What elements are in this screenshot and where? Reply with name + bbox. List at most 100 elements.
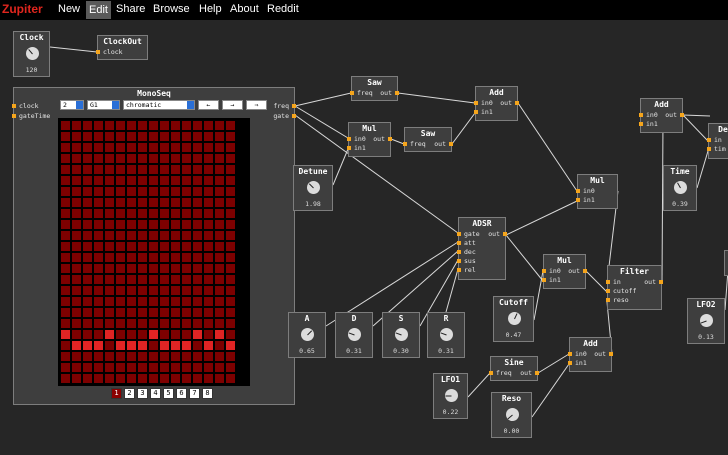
grid-cell[interactable] bbox=[94, 253, 103, 262]
grid-cell[interactable] bbox=[182, 352, 191, 361]
grid-cell[interactable] bbox=[138, 143, 147, 152]
grid-cell[interactable] bbox=[226, 297, 235, 306]
grid-cell[interactable] bbox=[193, 352, 202, 361]
grid-cell[interactable] bbox=[105, 264, 114, 273]
port-in-in1[interactable]: in1 bbox=[639, 120, 658, 128]
grid-cell[interactable] bbox=[182, 253, 191, 262]
port-in-in0[interactable]: in0 bbox=[568, 350, 587, 358]
grid-cell[interactable] bbox=[138, 242, 147, 251]
grid-cell[interactable] bbox=[215, 275, 224, 284]
grid-cell[interactable] bbox=[160, 176, 169, 185]
grid-cell[interactable] bbox=[105, 187, 114, 196]
grid-cell[interactable] bbox=[215, 308, 224, 317]
grid-cell[interactable] bbox=[127, 275, 136, 284]
grid-cell[interactable] bbox=[116, 220, 125, 229]
grid-cell[interactable] bbox=[61, 220, 70, 229]
grid-cell[interactable] bbox=[138, 330, 147, 339]
grid-cell[interactable] bbox=[149, 231, 158, 240]
port-in-in1[interactable]: in1 bbox=[568, 359, 587, 367]
grid-cell[interactable] bbox=[138, 209, 147, 218]
root-note-select[interactable]: G1 bbox=[87, 100, 120, 110]
grid-cell[interactable] bbox=[138, 176, 147, 185]
mul1-node[interactable]: Mul in0 in1 out bbox=[347, 122, 392, 157]
port-in-in0[interactable]: in0 bbox=[542, 267, 561, 275]
grid-cell[interactable] bbox=[204, 297, 213, 306]
grid-cell[interactable] bbox=[204, 363, 213, 372]
grid-cell[interactable] bbox=[83, 352, 92, 361]
grid-cell[interactable] bbox=[171, 220, 180, 229]
grid-cell[interactable] bbox=[226, 132, 235, 141]
grid-cell[interactable] bbox=[215, 165, 224, 174]
grid-cell[interactable] bbox=[105, 165, 114, 174]
grid-cell[interactable] bbox=[105, 363, 114, 372]
grid-cell[interactable] bbox=[105, 352, 114, 361]
grid-cell[interactable] bbox=[116, 374, 125, 383]
grid-cell[interactable] bbox=[94, 209, 103, 218]
grid-cell[interactable] bbox=[127, 374, 136, 383]
grid-cell[interactable] bbox=[72, 341, 81, 350]
grid-cell[interactable] bbox=[226, 198, 235, 207]
grid-cell[interactable] bbox=[116, 363, 125, 372]
grid-cell[interactable] bbox=[149, 297, 158, 306]
port-out-out[interactable]: out bbox=[665, 111, 684, 119]
grid-cell[interactable] bbox=[61, 308, 70, 317]
grid-cell[interactable] bbox=[61, 198, 70, 207]
grid-cell[interactable] bbox=[83, 242, 92, 251]
grid-cell[interactable] bbox=[215, 341, 224, 350]
grid-cell[interactable] bbox=[83, 297, 92, 306]
grid-cell[interactable] bbox=[171, 352, 180, 361]
grid-cell[interactable] bbox=[171, 363, 180, 372]
port-in-freq[interactable]: freq bbox=[350, 89, 373, 97]
grid-cell[interactable] bbox=[105, 374, 114, 383]
grid-cell[interactable] bbox=[193, 165, 202, 174]
grid-cell[interactable] bbox=[193, 121, 202, 130]
mul3-node[interactable]: Mul in0 in1 out bbox=[542, 254, 587, 289]
grid-cell[interactable] bbox=[127, 132, 136, 141]
grid-cell[interactable] bbox=[193, 253, 202, 262]
grid-cell[interactable] bbox=[138, 253, 147, 262]
port-in-in[interactable]: in bbox=[707, 136, 722, 144]
port-in-dec[interactable]: dec bbox=[457, 248, 476, 256]
menu-help[interactable]: Help bbox=[199, 3, 222, 15]
grid-cell[interactable] bbox=[204, 176, 213, 185]
grid-cell[interactable] bbox=[160, 209, 169, 218]
grid-cell[interactable] bbox=[94, 352, 103, 361]
grid-cell[interactable] bbox=[160, 319, 169, 328]
octave-select[interactable]: 2 bbox=[60, 100, 84, 110]
grid-cell[interactable] bbox=[193, 297, 202, 306]
grid-cell[interactable] bbox=[83, 330, 92, 339]
grid-cell[interactable] bbox=[171, 341, 180, 350]
grid-cell[interactable] bbox=[204, 231, 213, 240]
port-in-rel[interactable]: rel bbox=[457, 266, 476, 274]
grid-cell[interactable] bbox=[83, 132, 92, 141]
port-out-out[interactable]: out bbox=[520, 369, 539, 377]
mul2-node[interactable]: Mul in0 in1 bbox=[576, 174, 618, 209]
grid-cell[interactable] bbox=[138, 308, 147, 317]
grid-cell[interactable] bbox=[160, 352, 169, 361]
grid-cell[interactable] bbox=[182, 121, 191, 130]
knob-dial[interactable] bbox=[506, 408, 519, 421]
port-in-freq[interactable]: freq bbox=[489, 369, 512, 377]
grid-cell[interactable] bbox=[215, 143, 224, 152]
grid-cell[interactable] bbox=[127, 209, 136, 218]
grid-cell[interactable] bbox=[215, 231, 224, 240]
grid-cell[interactable] bbox=[127, 363, 136, 372]
shift-right-button[interactable]: → bbox=[222, 100, 243, 110]
grid-cell[interactable] bbox=[105, 275, 114, 284]
grid-cell[interactable] bbox=[138, 286, 147, 295]
monoseq-node[interactable]: MonoSeq clock gateTime freq gate 2 G1 ch… bbox=[11, 87, 296, 405]
grid-cell[interactable] bbox=[72, 308, 81, 317]
grid-cell[interactable] bbox=[105, 297, 114, 306]
port-out-out[interactable]: out bbox=[594, 350, 613, 358]
grid-cell[interactable] bbox=[94, 198, 103, 207]
grid-cell[interactable] bbox=[72, 154, 81, 163]
grid-cell[interactable] bbox=[116, 176, 125, 185]
grid-cell[interactable] bbox=[94, 231, 103, 240]
grid-cell[interactable] bbox=[193, 220, 202, 229]
grid-cell[interactable] bbox=[226, 341, 235, 350]
knob-dial[interactable] bbox=[700, 314, 713, 327]
app-logo[interactable]: Zupiter bbox=[2, 2, 43, 16]
grid-cell[interactable] bbox=[215, 198, 224, 207]
grid-cell[interactable] bbox=[226, 154, 235, 163]
grid-cell[interactable] bbox=[105, 132, 114, 141]
